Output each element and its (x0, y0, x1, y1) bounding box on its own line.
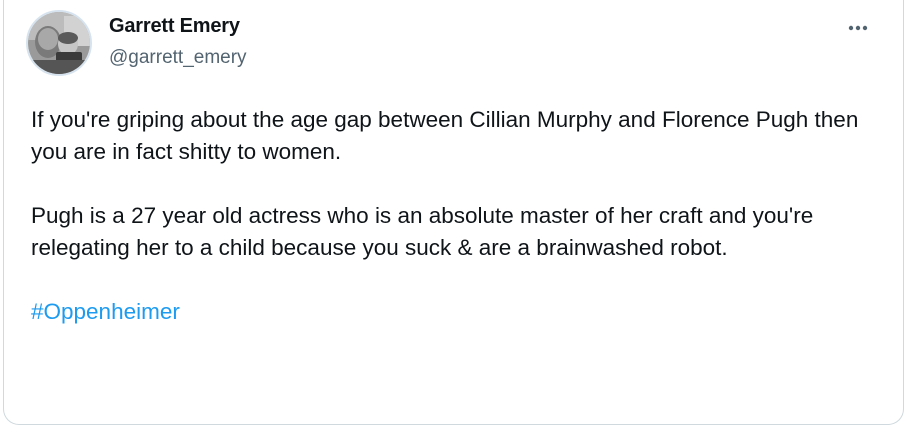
tweet-card[interactable]: Garrett Emery @garrett_emery If you're g… (3, 0, 904, 425)
tweet-paragraph: If you're griping about the age gap betw… (31, 107, 859, 164)
author-display-name[interactable]: Garrett Emery (109, 15, 240, 38)
author-handle[interactable]: @garrett_emery (109, 47, 247, 69)
more-options-button[interactable] (842, 17, 874, 39)
tweet-text: If you're griping about the age gap betw… (31, 104, 881, 328)
avatar[interactable] (26, 10, 92, 76)
tweet-paragraph: Pugh is a 27 year old actress who is an … (31, 203, 814, 260)
avatar-photo (28, 12, 90, 74)
hashtag-link[interactable]: #Oppenheimer (31, 299, 180, 324)
more-horizontal-icon (848, 25, 868, 31)
